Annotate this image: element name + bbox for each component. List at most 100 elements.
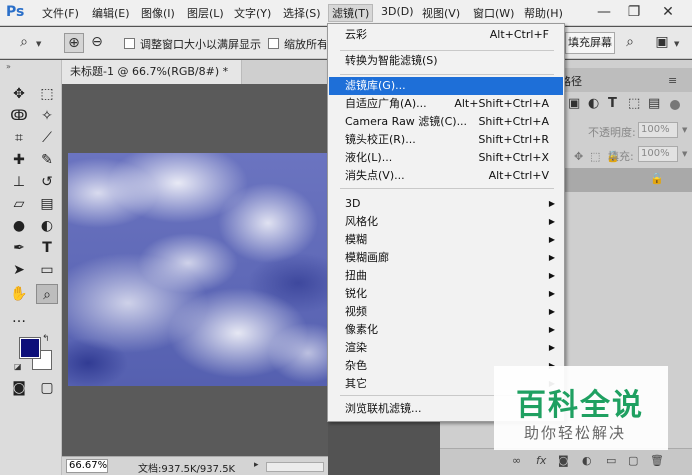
menu-help[interactable]: 帮助(H)	[524, 5, 563, 21]
menu-item-camera-raw-filter[interactable]: Camera Raw 滤镜(C)... Shift+Ctrl+A	[329, 113, 563, 131]
menu-item-convert-smart-filter[interactable]: 转换为智能滤镜(S)	[329, 52, 563, 70]
menu-item-vanishing-point[interactable]: 消失点(V)... Alt+Ctrl+V	[329, 167, 563, 185]
zoom-tool-icon[interactable]: ⌕	[14, 33, 34, 53]
menu-item-blur-gallery[interactable]: 模糊画廊 ▶	[329, 249, 563, 267]
menu-item-pixelate[interactable]: 像素化 ▶	[329, 321, 563, 339]
lock-position-icon[interactable]: ✥	[574, 150, 583, 163]
menu-item-render[interactable]: 渲染 ▶	[329, 339, 563, 357]
resize-windows-checkbox[interactable]	[124, 38, 135, 49]
hand-tool-icon[interactable]: ✋	[8, 284, 30, 304]
history-brush-tool-icon[interactable]: ↺	[36, 172, 58, 192]
quick-mask-icon[interactable]: ◙	[8, 378, 30, 398]
swap-colors-icon[interactable]: ↰	[42, 334, 50, 344]
fill-screen-button[interactable]: 填充屏幕	[565, 32, 615, 54]
menu-select[interactable]: 选择(S)	[283, 5, 321, 21]
filter-toggle-icon[interactable]	[670, 100, 680, 110]
zoom-level-field[interactable]: 66.67%	[66, 459, 108, 473]
gradient-tool-icon[interactable]: ▤	[36, 194, 58, 214]
rectangle-tool-icon[interactable]: ▭	[36, 260, 58, 280]
menu-type[interactable]: 文字(Y)	[234, 5, 271, 21]
panel-menu-icon[interactable]: ≡	[668, 74, 677, 87]
fill-field[interactable]: 100%	[638, 146, 678, 162]
brush-tool-icon[interactable]: ✎	[36, 150, 58, 170]
menu-item-3d[interactable]: 3D ▶	[329, 195, 563, 213]
workspace-icon[interactable]: ▣	[652, 33, 672, 53]
submenu-arrow-icon: ▶	[548, 289, 555, 298]
menu-item-sharpen[interactable]: 锐化 ▶	[329, 285, 563, 303]
default-colors-icon[interactable]: ◪	[14, 362, 22, 371]
new-layer-icon[interactable]: ▢	[628, 454, 638, 467]
cloud-image-canvas[interactable]	[68, 153, 330, 386]
document-tab-title: 未标题-1 @ 66.7%(RGB/8#) *	[70, 65, 229, 78]
eyedropper-tool-icon[interactable]: ⟋	[36, 128, 58, 148]
filter-adjust-icon[interactable]: ◐	[588, 96, 599, 111]
path-selection-tool-icon[interactable]: ➤	[8, 260, 30, 280]
menu-separator	[340, 74, 554, 75]
resize-windows-label: 调整窗口大小以满屏显示	[140, 38, 261, 51]
add-mask-icon[interactable]: ◙	[558, 454, 569, 467]
menu-item-liquify[interactable]: 液化(L)... Shift+Ctrl+X	[329, 149, 563, 167]
menu-item-lens-correction[interactable]: 镜头校正(R)... Shift+Ctrl+R	[329, 131, 563, 149]
screen-mode-icon[interactable]: ▢	[36, 378, 58, 398]
trash-icon[interactable]: 🗑	[650, 454, 664, 467]
menu-3d[interactable]: 3D(D)	[381, 5, 414, 18]
menu-item-adaptive-wide-angle[interactable]: 自适应广角(A)... Alt+Shift+Ctrl+A	[329, 95, 563, 113]
filter-smart-icon[interactable]: ▤	[648, 96, 660, 111]
document-size-label: 文档:937.5K/937.5K	[138, 464, 236, 475]
filter-type-icon[interactable]: T	[608, 96, 617, 111]
menu-item-filter-gallery[interactable]: 滤镜库(G)...	[329, 77, 563, 95]
type-tool-icon[interactable]: T	[36, 238, 58, 258]
menu-item-video[interactable]: 视频 ▶	[329, 303, 563, 321]
background-layer-row[interactable]	[565, 168, 692, 192]
more-tools-icon[interactable]: …	[8, 308, 30, 328]
menu-view[interactable]: 视图(V)	[422, 5, 460, 21]
lock-artboard-icon[interactable]: ⬚	[590, 150, 600, 163]
adjustment-layer-icon[interactable]: ◐	[582, 454, 592, 467]
menu-window[interactable]: 窗口(W)	[473, 5, 514, 21]
menu-filter[interactable]: 滤镜(T)	[328, 4, 374, 22]
filter-image-icon[interactable]: ▣	[568, 96, 580, 111]
pen-tool-icon[interactable]: ✒	[8, 238, 30, 258]
opacity-dropdown-icon[interactable]: ▼	[682, 126, 687, 134]
filter-shape-icon[interactable]: ⬚	[628, 96, 640, 111]
marquee-tool-icon[interactable]: ⬚	[36, 84, 58, 104]
restore-icon[interactable]: ❐	[622, 3, 646, 21]
submenu-arrow-icon: ▶	[548, 199, 555, 208]
zoom-tool-selected-icon[interactable]: ⌕	[36, 284, 58, 304]
blur-tool-icon[interactable]: ●	[8, 216, 30, 236]
new-group-icon[interactable]: ▭	[606, 454, 616, 467]
fill-dropdown-icon[interactable]: ▼	[682, 150, 687, 158]
menu-image[interactable]: 图像(I)	[141, 5, 175, 21]
search-icon[interactable]: ⌕	[620, 33, 640, 53]
fx-icon[interactable]: fx	[536, 454, 546, 467]
zoom-all-checkbox[interactable]	[268, 38, 279, 49]
minimize-icon[interactable]: —	[592, 3, 616, 21]
collapse-panel-icon[interactable]: »	[6, 62, 11, 71]
link-layers-icon[interactable]: ∞	[512, 454, 521, 467]
menu-edit[interactable]: 编辑(E)	[92, 5, 130, 21]
move-tool-icon[interactable]: ✥	[8, 84, 30, 104]
opacity-field[interactable]: 100%	[638, 122, 678, 138]
menu-item-clouds[interactable]: 云彩 Alt+Ctrl+F	[329, 26, 563, 44]
magic-wand-tool-icon[interactable]: ✧	[36, 106, 58, 126]
menu-file[interactable]: 文件(F)	[42, 5, 79, 21]
foreground-color-swatch-top[interactable]	[19, 337, 41, 359]
menu-item-distort[interactable]: 扭曲 ▶	[329, 267, 563, 285]
menu-layer[interactable]: 图层(L)	[187, 5, 224, 21]
menu-item-stylize[interactable]: 风格化 ▶	[329, 213, 563, 231]
healing-brush-tool-icon[interactable]: ✚	[8, 150, 30, 170]
status-arrow-icon[interactable]: ▸	[254, 460, 259, 470]
document-tab[interactable]: 未标题-1 @ 66.7%(RGB/8#) *	[62, 60, 242, 84]
lasso-tool-icon[interactable]: ↂ	[8, 106, 30, 126]
dodge-tool-icon[interactable]: ◐	[36, 216, 58, 236]
horizontal-scrollbar[interactable]	[266, 462, 324, 472]
eraser-tool-icon[interactable]: ▱	[8, 194, 30, 214]
zoom-in-icon[interactable]: ⊕	[64, 33, 84, 53]
workspace-dropdown-icon[interactable]: ▼	[674, 40, 679, 48]
zoom-out-icon[interactable]: ⊖	[87, 33, 107, 53]
dropdown-arrow-icon[interactable]: ▼	[36, 40, 41, 48]
close-icon[interactable]: ✕	[656, 3, 680, 21]
clone-stamp-tool-icon[interactable]: ⊥	[8, 172, 30, 192]
crop-tool-icon[interactable]: ⌗	[8, 128, 30, 148]
menu-item-blur[interactable]: 模糊 ▶	[329, 231, 563, 249]
